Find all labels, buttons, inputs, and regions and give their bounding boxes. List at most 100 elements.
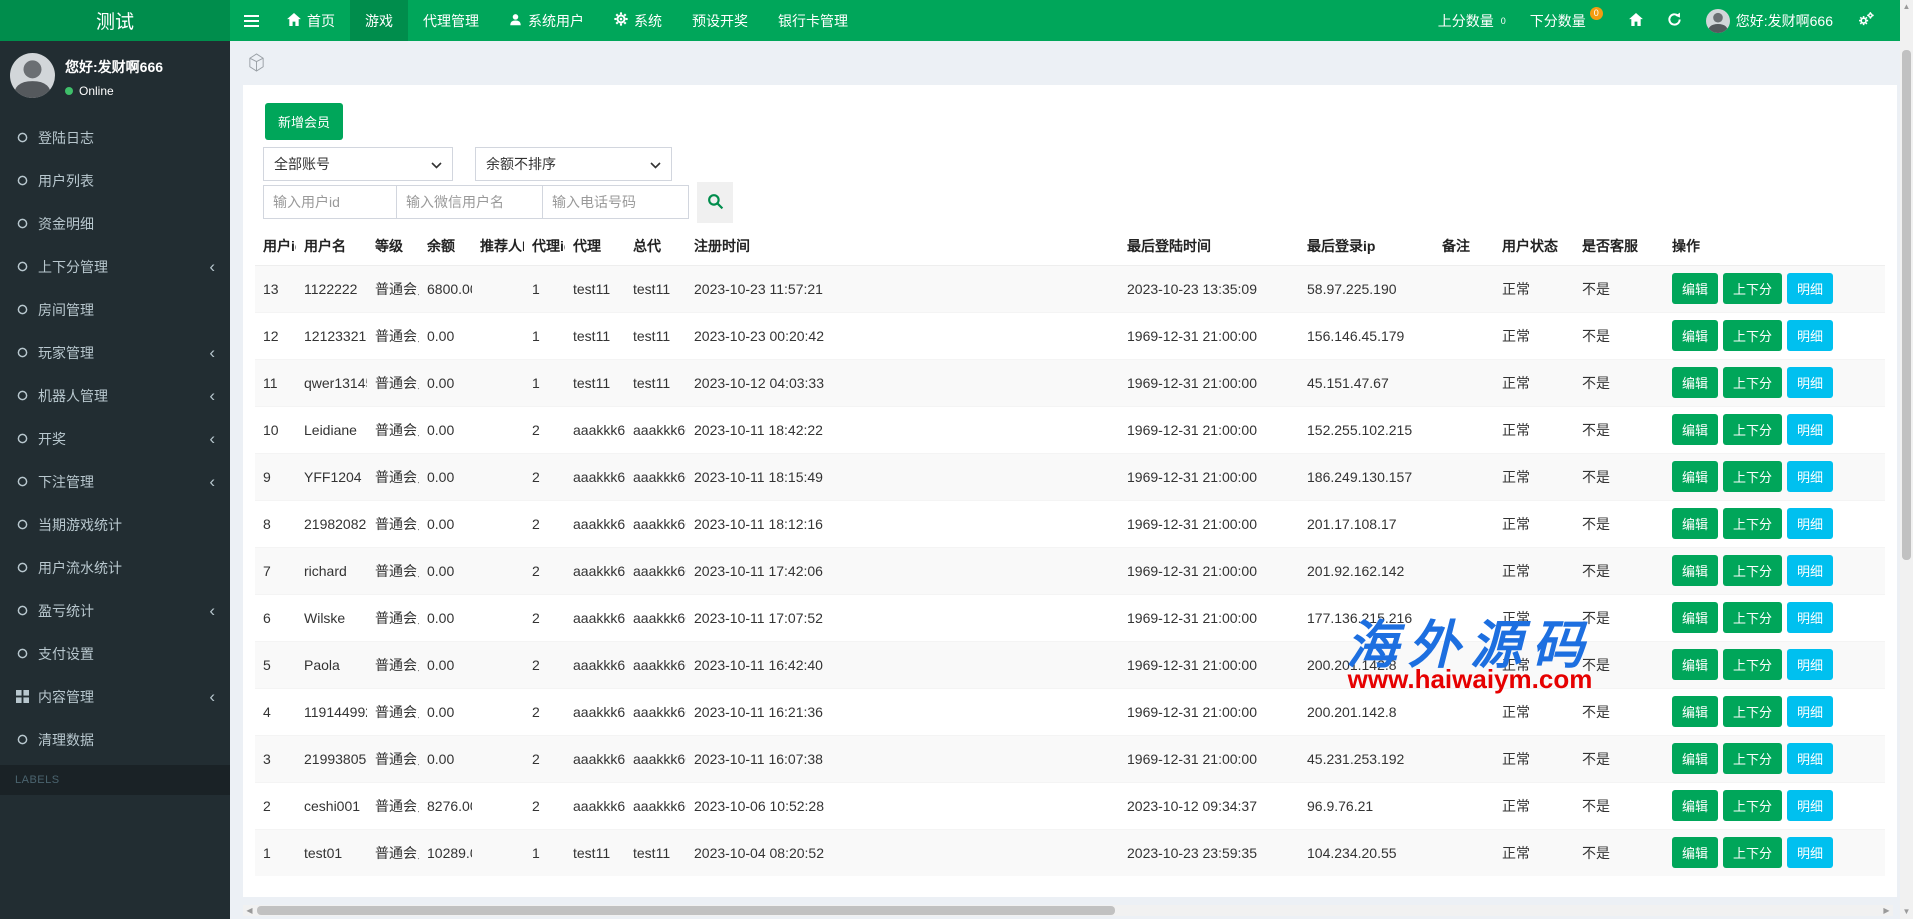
cell-agent: test11 xyxy=(565,265,625,312)
edit-button[interactable]: 编辑 xyxy=(1672,696,1718,727)
wechat-username-input[interactable] xyxy=(396,185,543,219)
updown-score-button[interactable]: 上下分 xyxy=(1723,555,1782,586)
scroll-up-arrow-icon[interactable]: ▲ xyxy=(1900,0,1913,14)
horizontal-scrollbar-thumb[interactable] xyxy=(257,906,1115,915)
edit-button[interactable]: 编辑 xyxy=(1672,273,1718,304)
nav-item-games[interactable]: 游戏 xyxy=(350,0,408,41)
settings-gears-link[interactable] xyxy=(1845,11,1887,30)
circle-icon xyxy=(15,562,29,573)
add-member-button[interactable]: 新增会员 xyxy=(265,103,343,140)
updown-score-button[interactable]: 上下分 xyxy=(1723,743,1782,774)
sidebar-item-clear-data[interactable]: 清理数据 xyxy=(0,718,230,761)
sidebar-item-bet-management[interactable]: 下注管理‹ xyxy=(0,460,230,503)
updown-score-button[interactable]: 上下分 xyxy=(1723,696,1782,727)
balance-sort-select[interactable]: 余额不排序 xyxy=(475,147,672,181)
edit-button[interactable]: 编辑 xyxy=(1672,508,1718,539)
nav-item-preset-lottery[interactable]: 预设开奖 xyxy=(677,0,763,41)
detail-button[interactable]: 明细 xyxy=(1787,790,1833,821)
sidebar-item-login-log[interactable]: 登陆日志 xyxy=(0,116,230,159)
updown-score-button[interactable]: 上下分 xyxy=(1723,649,1782,680)
vertical-scrollbar-thumb[interactable] xyxy=(1902,50,1911,560)
sidebar-item-user-flow-stats[interactable]: 用户流水统计 xyxy=(0,546,230,589)
detail-button[interactable]: 明细 xyxy=(1787,555,1833,586)
edit-button[interactable]: 编辑 xyxy=(1672,743,1718,774)
vertical-scrollbar[interactable]: ▲ ▼ xyxy=(1900,0,1913,919)
sidebar-item-current-game-stats[interactable]: 当期游戏统计 xyxy=(0,503,230,546)
edit-button[interactable]: 编辑 xyxy=(1672,649,1718,680)
scroll-down-arrow-icon[interactable]: ▼ xyxy=(1900,905,1913,919)
up-score-counter[interactable]: 上分数量0 xyxy=(1426,11,1518,31)
sidebar-item-funds-detail[interactable]: 资金明细 xyxy=(0,202,230,245)
app-brand[interactable]: 测试 xyxy=(0,0,230,41)
sidebar-item-updown-score-management[interactable]: 上下分管理‹ xyxy=(0,245,230,288)
updown-score-button[interactable]: 上下分 xyxy=(1723,273,1782,304)
cell-referrer-id xyxy=(472,453,524,500)
updown-score-button[interactable]: 上下分 xyxy=(1723,602,1782,633)
nav-item-agent-management[interactable]: 代理管理 xyxy=(408,0,494,41)
scroll-left-arrow-icon[interactable]: ◀ xyxy=(243,905,256,916)
sidebar-item-payment-settings[interactable]: 支付设置 xyxy=(0,632,230,675)
updown-score-button[interactable]: 上下分 xyxy=(1723,367,1782,398)
detail-button[interactable]: 明细 xyxy=(1787,461,1833,492)
detail-button[interactable]: 明细 xyxy=(1787,602,1833,633)
detail-button[interactable]: 明细 xyxy=(1787,649,1833,680)
cell-actions: 编辑上下分明细 xyxy=(1664,782,1885,829)
cell-agent-id: 2 xyxy=(524,594,565,641)
updown-score-button[interactable]: 上下分 xyxy=(1723,320,1782,351)
edit-button[interactable]: 编辑 xyxy=(1672,367,1718,398)
refresh-icon-link[interactable] xyxy=(1655,12,1694,30)
account-type-select[interactable]: 全部账号 xyxy=(263,147,453,181)
detail-button[interactable]: 明细 xyxy=(1787,320,1833,351)
edit-button[interactable]: 编辑 xyxy=(1672,461,1718,492)
cell-agent-id: 2 xyxy=(524,547,565,594)
edit-button[interactable]: 编辑 xyxy=(1672,837,1718,868)
detail-button[interactable]: 明细 xyxy=(1787,367,1833,398)
detail-button[interactable]: 明细 xyxy=(1787,273,1833,304)
nav-item-home[interactable]: 首页 xyxy=(272,0,350,41)
sidebar-item-profit-loss-stats[interactable]: 盈亏统计‹ xyxy=(0,589,230,632)
nav-item-system-users[interactable]: 系统用户 xyxy=(494,0,599,41)
phone-input[interactable] xyxy=(542,185,689,219)
detail-button[interactable]: 明细 xyxy=(1787,508,1833,539)
home-icon-link[interactable] xyxy=(1617,13,1655,29)
sidebar-toggle-button[interactable] xyxy=(230,0,272,41)
edit-button[interactable]: 编辑 xyxy=(1672,320,1718,351)
cell-is-customer-service: 不是 xyxy=(1574,547,1664,594)
updown-score-button[interactable]: 上下分 xyxy=(1723,837,1782,868)
search-button[interactable] xyxy=(697,182,733,223)
horizontal-scrollbar[interactable]: ◀ ▶ xyxy=(243,905,1893,916)
cell-last-login-time: 1969-12-31 21:00:00 xyxy=(1119,312,1299,359)
cell-agent-id: 2 xyxy=(524,453,565,500)
sidebar-item-room-management[interactable]: 房间管理 xyxy=(0,288,230,331)
cell-level: 普通会员 xyxy=(367,735,419,782)
edit-button[interactable]: 编辑 xyxy=(1672,790,1718,821)
edit-button[interactable]: 编辑 xyxy=(1672,555,1718,586)
user-menu[interactable]: 您好:发财啊666 xyxy=(1694,9,1845,33)
detail-button[interactable]: 明细 xyxy=(1787,837,1833,868)
edit-button[interactable]: 编辑 xyxy=(1672,602,1718,633)
column-header-user-status: 用户状态 xyxy=(1494,228,1574,265)
cell-username: 21982082815 xyxy=(296,500,367,547)
sidebar-item-robot-management[interactable]: 机器人管理‹ xyxy=(0,374,230,417)
detail-button[interactable]: 明细 xyxy=(1787,414,1833,445)
cell-last-login-ip: 96.9.76.21 xyxy=(1299,782,1434,829)
sidebar-item-player-management[interactable]: 玩家管理‹ xyxy=(0,331,230,374)
sidebar-item-content-management[interactable]: 内容管理‹ xyxy=(0,675,230,718)
updown-score-button[interactable]: 上下分 xyxy=(1723,508,1782,539)
nav-item-system[interactable]: 系统 xyxy=(599,0,677,41)
updown-score-button[interactable]: 上下分 xyxy=(1723,414,1782,445)
cell-register-time: 2023-10-06 10:52:28 xyxy=(686,782,1119,829)
scroll-right-arrow-icon[interactable]: ▶ xyxy=(1880,905,1893,916)
updown-score-button[interactable]: 上下分 xyxy=(1723,790,1782,821)
detail-button[interactable]: 明细 xyxy=(1787,696,1833,727)
nav-item-bank-card-management[interactable]: 银行卡管理 xyxy=(763,0,863,41)
down-score-counter[interactable]: 下分数量0 xyxy=(1518,11,1617,31)
user-id-input[interactable] xyxy=(263,185,397,219)
breadcrumb-gem-icon[interactable] xyxy=(247,53,266,77)
cell-username: test01 xyxy=(296,829,367,876)
sidebar-item-lottery[interactable]: 开奖‹ xyxy=(0,417,230,460)
edit-button[interactable]: 编辑 xyxy=(1672,414,1718,445)
sidebar-item-user-list[interactable]: 用户列表 xyxy=(0,159,230,202)
detail-button[interactable]: 明细 xyxy=(1787,743,1833,774)
updown-score-button[interactable]: 上下分 xyxy=(1723,461,1782,492)
